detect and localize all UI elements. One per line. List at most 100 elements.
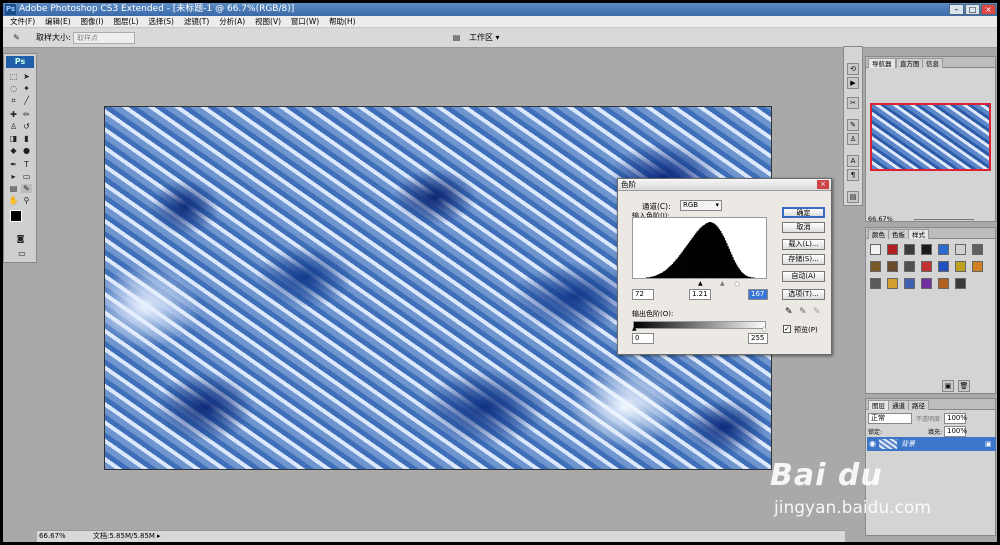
style-swatch[interactable]: [870, 244, 881, 255]
tab-paths[interactable]: 路径: [908, 400, 929, 410]
menu-layer[interactable]: 图层(L): [113, 16, 138, 28]
input-gamma-field[interactable]: 1.21: [689, 289, 711, 300]
style-swatch[interactable]: [887, 261, 898, 272]
brush-tool-icon[interactable]: ✏: [21, 110, 32, 119]
minimize-button[interactable]: –: [949, 4, 964, 15]
menu-help[interactable]: 帮助(H): [329, 16, 356, 28]
hand-tool-icon[interactable]: ✋: [8, 196, 19, 205]
output-white-slider[interactable]: ▲: [762, 325, 767, 332]
pen-tool-icon[interactable]: ✒: [8, 160, 19, 169]
foreground-color-swatch[interactable]: [10, 210, 22, 222]
marquee-tool-icon[interactable]: ⬚: [8, 72, 19, 81]
crop-tool-icon[interactable]: ⌗: [8, 96, 19, 105]
healing-brush-icon[interactable]: ✚: [8, 110, 19, 119]
style-swatch[interactable]: [955, 261, 966, 272]
style-swatch[interactable]: [870, 261, 881, 272]
tab-channels[interactable]: 通道: [888, 400, 909, 410]
output-black-slider[interactable]: ▲: [632, 325, 637, 332]
style-swatch[interactable]: [904, 261, 915, 272]
navigator-zoom-slider[interactable]: [914, 219, 974, 220]
tab-swatches[interactable]: 色板: [888, 229, 909, 239]
output-white-field[interactable]: 255: [748, 333, 768, 344]
style-swatch[interactable]: [887, 244, 898, 255]
lasso-tool-icon[interactable]: ◌: [8, 84, 19, 93]
blend-mode-select[interactable]: 正常: [868, 413, 912, 424]
style-swatch[interactable]: [955, 244, 966, 255]
style-swatch[interactable]: [938, 261, 949, 272]
tab-navigator[interactable]: 导航器: [868, 58, 896, 68]
tab-layers[interactable]: 图层: [868, 400, 889, 410]
maximize-button[interactable]: □: [965, 4, 980, 15]
style-swatch[interactable]: [938, 244, 949, 255]
eyedropper-icon[interactable]: ✎: [11, 33, 22, 42]
style-swatch[interactable]: [955, 278, 966, 289]
close-button[interactable]: ×: [981, 4, 996, 15]
notes-tool-icon[interactable]: ▤: [8, 184, 19, 193]
menu-edit[interactable]: 编辑(E): [45, 16, 71, 28]
channel-select[interactable]: RGB ▾: [680, 200, 722, 211]
style-swatch[interactable]: [938, 278, 949, 289]
cancel-button[interactable]: 取消: [782, 222, 825, 233]
delete-style-icon[interactable]: 🗑: [958, 380, 970, 392]
tool-presets-icon[interactable]: ✂: [847, 97, 859, 109]
gray-eyedropper-icon[interactable]: ✎: [799, 307, 807, 317]
tab-color[interactable]: 颜色: [868, 229, 889, 239]
style-swatch[interactable]: [887, 278, 898, 289]
paragraph-panel-icon[interactable]: ¶: [847, 169, 859, 181]
magic-wand-icon[interactable]: ✦: [21, 84, 32, 93]
black-eyedropper-icon[interactable]: ✎: [785, 307, 793, 317]
clone-source-icon[interactable]: ♙: [847, 133, 859, 145]
path-select-icon[interactable]: ▸: [8, 172, 19, 181]
style-swatch[interactable]: [921, 244, 932, 255]
workspace-menu[interactable]: 工作区 ▾: [469, 31, 505, 45]
history-brush-icon[interactable]: ↺: [21, 122, 32, 131]
tab-info[interactable]: 信息: [922, 58, 943, 68]
black-point-slider[interactable]: ▲: [698, 280, 703, 287]
screen-mode-icon[interactable]: ▭: [15, 249, 29, 258]
navigator-zoom[interactable]: 66.67%: [868, 215, 893, 223]
slice-tool-icon[interactable]: ╱: [21, 96, 32, 105]
white-eyedropper-icon[interactable]: ✎: [813, 307, 821, 317]
gamma-slider[interactable]: ▲: [720, 280, 725, 287]
history-panel-icon[interactable]: ⟲: [847, 63, 859, 75]
menu-view[interactable]: 视图(V): [255, 16, 281, 28]
type-tool-icon[interactable]: T: [21, 160, 32, 169]
gradient-tool-icon[interactable]: ▮: [21, 134, 32, 143]
output-black-field[interactable]: 0: [632, 333, 654, 344]
shape-tool-icon[interactable]: ▭: [21, 172, 32, 181]
preview-checkbox[interactable]: ✓: [783, 325, 791, 333]
new-style-icon[interactable]: ▣: [942, 380, 954, 392]
save-button[interactable]: 存储(S)...: [782, 254, 825, 265]
menu-select[interactable]: 选择(S): [148, 16, 174, 28]
quick-mask-icon[interactable]: ◙: [15, 234, 26, 243]
clone-stamp-icon[interactable]: ♙: [8, 122, 19, 131]
menu-image[interactable]: 图像(I): [81, 16, 104, 28]
style-swatch[interactable]: [904, 244, 915, 255]
options-button[interactable]: 选项(T)...: [782, 289, 825, 300]
zoom-tool-icon[interactable]: ⚲: [21, 196, 32, 205]
style-swatch[interactable]: [921, 278, 932, 289]
auto-button[interactable]: 自动(A): [782, 271, 825, 282]
ok-button[interactable]: 确定: [782, 207, 825, 218]
eyedropper-tool-icon[interactable]: ✎: [21, 184, 32, 193]
eraser-tool-icon[interactable]: ◨: [8, 134, 19, 143]
menu-filter[interactable]: 滤镜(T): [184, 16, 209, 28]
style-swatch[interactable]: [921, 261, 932, 272]
input-black-field[interactable]: 72: [632, 289, 654, 300]
dialog-close-icon[interactable]: ×: [817, 180, 829, 189]
load-button[interactable]: 载入(L)...: [782, 239, 825, 250]
style-swatch[interactable]: [972, 244, 983, 255]
brushes-panel-icon[interactable]: ✎: [847, 119, 859, 131]
blur-tool-icon[interactable]: ◆: [8, 146, 19, 155]
zoom-level[interactable]: 66.67%: [39, 531, 66, 542]
input-white-field[interactable]: 167: [748, 289, 768, 300]
character-panel-icon[interactable]: A: [847, 155, 859, 167]
move-tool-icon[interactable]: ➤: [21, 72, 32, 81]
style-swatch[interactable]: [904, 278, 915, 289]
menu-window[interactable]: 窗口(W): [291, 16, 319, 28]
status-menu-arrow-icon[interactable]: ▸: [157, 531, 161, 542]
style-swatch[interactable]: [972, 261, 983, 272]
white-point-slider[interactable]: ▲: [735, 280, 740, 287]
actions-panel-icon[interactable]: ▶: [847, 77, 859, 89]
opacity-field[interactable]: 100%: [944, 413, 967, 424]
